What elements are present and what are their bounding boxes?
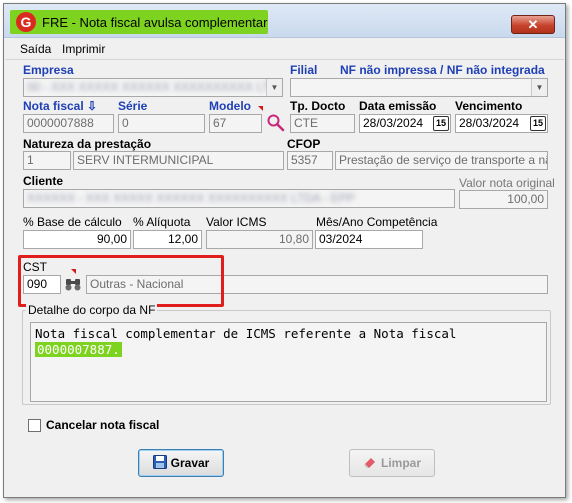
app-logo-icon: G [16,12,36,32]
filial-dropdown-icon[interactable]: ▼ [531,79,547,96]
close-button[interactable]: ✕ [511,15,555,34]
natureza-label: Natureza da prestação [23,137,152,151]
valor-icms-label: Valor ICMS [206,215,267,229]
vencimento-value: 28/03/2024 [459,116,520,130]
tp-docto-field[interactable]: CTE [290,114,355,133]
search-icon[interactable] [266,113,286,133]
calendar-icon[interactable]: 15 [433,116,449,131]
data-emissao-field[interactable]: 28/03/2024 15 [359,114,451,133]
base-calculo-field[interactable]: 90,00 [23,230,131,249]
aliquota-field[interactable]: 12,00 [133,230,202,249]
competencia-field[interactable]: 03/2024 [315,230,423,249]
serie-field[interactable]: 0 [118,114,205,133]
empresa-value: 00 - XXX XXXXX XXXXXX XXXXXXXXXX LTDA [27,80,283,94]
natureza-code-field[interactable]: 1 [23,151,71,170]
menu-separator [5,59,564,60]
window-title: FRE - Nota fiscal avulsa complementar [42,15,268,30]
empresa-label: Empresa [23,63,74,77]
menu-imprimir[interactable]: Imprimir [62,42,105,56]
modelo-field[interactable]: 67 [209,114,262,133]
data-emissao-value: 28/03/2024 [363,116,424,130]
modelo-required-marker [258,106,263,111]
empresa-combo[interactable]: 00 - XXX XXXXX XXXXXX XXXXXXXXXX LTDA ▼ [23,78,283,97]
gravar-button[interactable]: Gravar [138,449,224,477]
serie-label: Série [118,99,148,113]
valor-icms-field: 10,80 [206,230,313,249]
detalhe-line-1: Nota fiscal complementar de ICMS referen… [35,326,457,341]
nf-status-label: NF não impressa / NF não integrada [340,63,545,77]
valor-nota-original-field: 100,00 [459,190,548,209]
eraser-icon [363,458,375,468]
base-calculo-label: % Base de cálculo [23,215,122,229]
menu-bar: Saída Imprimir [4,40,565,58]
filial-combo[interactable]: ▼ [290,78,548,97]
competencia-label: Mês/Ano Competência [316,215,438,229]
cfop-label: CFOP [287,137,321,151]
cfop-description-field: Prestação de serviço de transporte a não… [335,151,548,170]
cliente-field[interactable]: XXXXXX - XXX XXXXX XXXXXX XXXXXXXXXX LTD… [23,189,455,208]
detalhe-legend: Detalhe do corpo da NF [26,303,158,317]
detalhe-highlighted-number: 0000007887. [35,342,122,357]
vencimento-label: Vencimento [455,99,523,113]
modelo-label: Modelo [209,99,251,113]
aliquota-label: % Alíquota [133,215,191,229]
limpar-label: Limpar [380,456,421,470]
cst-callout-box [18,255,224,307]
cancelar-checkbox[interactable] [28,419,41,432]
gravar-label: Gravar [170,456,210,470]
filial-label: Filial [290,63,318,77]
cancelar-label: Cancelar nota fiscal [46,418,160,432]
save-icon [152,455,167,469]
valor-nota-original-label: Valor nota original [459,176,555,190]
cliente-value: XXXXXX - XXX XXXXX XXXXXX XXXXXXXXXX LTD… [27,191,355,205]
natureza-description-field: SERV INTERMUNICIPAL [73,151,284,170]
detalhe-memo[interactable]: Nota fiscal complementar de ICMS referen… [30,322,547,402]
vencimento-field[interactable]: 28/03/2024 15 [455,114,548,133]
menu-saida[interactable]: Saída [20,42,51,56]
data-emissao-label: Data emissão [359,99,437,113]
empresa-dropdown-icon[interactable]: ▼ [266,79,282,96]
app-window: G FRE - Nota fiscal avulsa complementar … [3,3,566,498]
cfop-code-field[interactable]: 5357 [287,151,333,170]
limpar-button[interactable]: Limpar [349,449,435,477]
calendar-icon[interactable]: 15 [530,116,546,131]
cliente-label: Cliente [23,174,64,188]
title-bar[interactable]: G FRE - Nota fiscal avulsa complementar … [4,4,565,38]
tp-docto-label: Tp. Docto [290,99,346,113]
nota-fiscal-label: Nota fiscal ⇩ [23,99,98,113]
nota-fiscal-field[interactable]: 0000007888 [23,114,114,133]
